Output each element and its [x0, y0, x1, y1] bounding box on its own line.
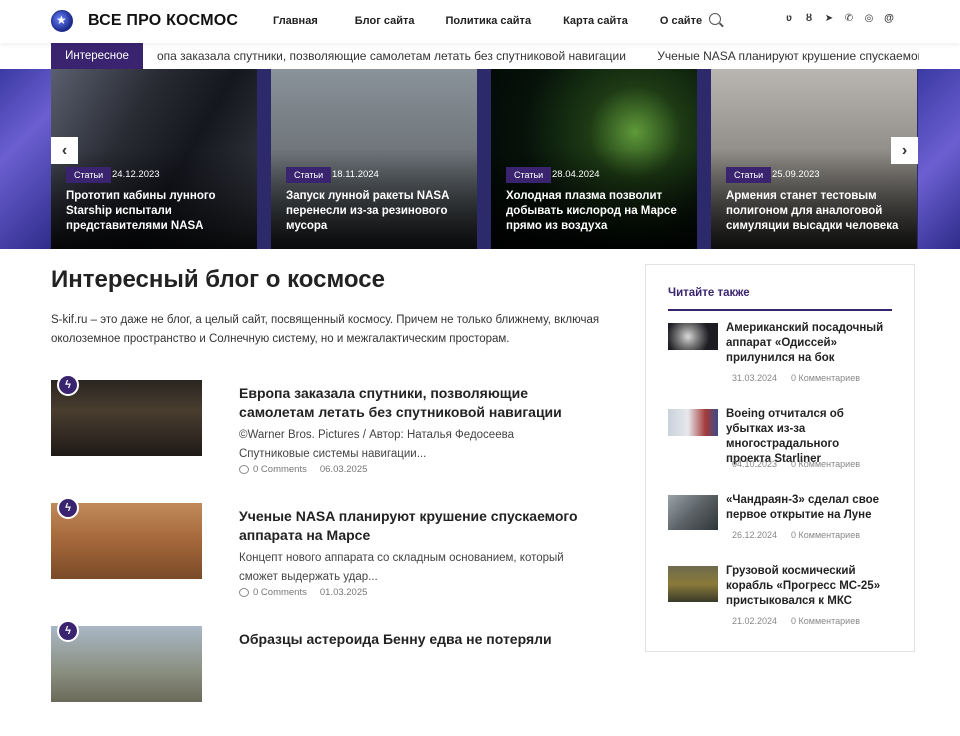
nav-item-blog[interactable]: Блог сайта	[355, 15, 415, 27]
post-card: ϟ Европа заказала спутники, позволяющие …	[51, 374, 611, 490]
sidebar-item-date: 26.12.2024	[732, 530, 778, 540]
slide-card[interactable]: Статьи 28.04.2024 Холодная плазма позвол…	[491, 69, 697, 249]
sidebar-item-meta: 26.12.2024 0 Комментариев	[732, 530, 860, 540]
sidebar-divider	[668, 309, 892, 311]
lightning-icon: ϟ	[57, 497, 79, 519]
slider-prev-button[interactable]: ‹	[51, 137, 78, 164]
slide-card[interactable]: Статьи 25.09.2023 Армения станет тестовы…	[711, 69, 917, 249]
slide-title[interactable]: Прототип кабины лунного Starship испытал…	[66, 189, 251, 234]
slide-date: 24.12.2023	[112, 169, 160, 180]
post-title[interactable]: Образцы астероида Бенну едва не потеряли	[239, 630, 579, 649]
lightning-icon: ϟ	[57, 620, 79, 642]
slide-date: 25.09.2023	[772, 169, 820, 180]
post-title[interactable]: Ученые NASA планируют крушение спускаемо…	[239, 507, 579, 545]
nav-item-home[interactable]: Главная	[273, 15, 318, 27]
sidebar-item-date: 04.10.2023	[732, 459, 778, 469]
vk-icon[interactable]: ʋ	[784, 14, 794, 24]
post-excerpt: ©Warner Bros. Pictures / Автор: Наталья …	[239, 429, 514, 460]
sidebar-read-also: Читайте также Американский посадочный ап…	[645, 264, 915, 652]
page-description: S-kif.ru – это даже не блог, а целый сай…	[51, 314, 600, 345]
news-ticker: Интересное опа заказала спутники, позвол…	[0, 43, 960, 69]
post-card: ϟ Ученые NASA планируют крушение спускае…	[51, 497, 611, 613]
post-meta: 0 Comments 01.03.2025	[239, 587, 367, 598]
sidebar-item-date: 31.03.2024	[732, 373, 778, 383]
sidebar-item-meta: 04.10.2023 0 Комментариев	[732, 459, 860, 469]
search-icon[interactable]	[709, 13, 721, 25]
ticker-item[interactable]: опа заказала спутники, позволяющие самол…	[157, 49, 626, 63]
phone-icon[interactable]: ✆	[844, 14, 854, 24]
sidebar-item-meta: 21.02.2024 0 Комментариев	[732, 616, 860, 626]
post-excerpt: Концепт нового аппарата со складным осно…	[239, 552, 564, 583]
post-meta: 0 Comments 06.03.2025	[239, 464, 367, 475]
sidebar-item-title[interactable]: Грузовой космический корабль «Прогресс М…	[726, 564, 886, 609]
ticker-track: опа заказала спутники, позволяющие самол…	[157, 43, 919, 69]
logo-text[interactable]: ВСЕ ПРО КОСМОС	[88, 12, 238, 30]
ticker-label: Интересное	[51, 43, 143, 69]
nav-item-about[interactable]: О сайте	[660, 15, 702, 27]
slide-date: 28.04.2024	[552, 169, 600, 180]
post-card: ϟ Образцы астероида Бенну едва не потеря…	[51, 620, 611, 736]
slider-next-button[interactable]: ›	[891, 137, 918, 164]
whatsapp-icon[interactable]: ◎	[864, 14, 874, 24]
slide-date: 18.11.2024	[332, 169, 379, 180]
nav-item-sitemap[interactable]: Карта сайта	[563, 15, 628, 27]
slide-title[interactable]: Холодная плазма позволит добывать кислор…	[506, 189, 691, 234]
moimir-icon[interactable]: @	[884, 14, 894, 24]
sidebar-item-comments[interactable]: 0 Комментариев	[791, 373, 860, 383]
sidebar-item-image[interactable]	[668, 323, 718, 350]
post-comments[interactable]: 0 Comments	[253, 464, 307, 475]
post-comments[interactable]: 0 Comments	[253, 587, 307, 598]
comment-icon	[239, 465, 249, 474]
sidebar-item-title[interactable]: Boeing отчитался об убытках из-за многос…	[726, 407, 886, 467]
slide-category[interactable]: Статьи	[726, 167, 772, 183]
featured-slider: Статьи 24.12.2023 Прототип кабины лунног…	[0, 69, 960, 249]
sidebar-item-date: 21.02.2024	[732, 616, 778, 626]
sidebar-item-meta: 31.03.2024 0 Комментариев	[732, 373, 860, 383]
main-nav: Главная Блог сайта Политика сайта Карта …	[273, 15, 734, 27]
comment-icon	[239, 588, 249, 597]
page-title: Интересный блог о космосе	[51, 266, 385, 293]
post-date: 01.03.2025	[319, 587, 368, 598]
sidebar-item-comments[interactable]: 0 Комментариев	[791, 530, 860, 540]
slide-card[interactable]: Статьи 24.12.2023 Прототип кабины лунног…	[51, 69, 257, 249]
post-date: 06.03.2025	[319, 464, 368, 475]
post-title[interactable]: Европа заказала спутники, позволяющие са…	[239, 384, 579, 422]
sidebar-item-image[interactable]	[668, 495, 718, 530]
sidebar-item-comments[interactable]: 0 Комментариев	[791, 616, 860, 626]
slide-category[interactable]: Статьи	[286, 167, 332, 183]
slide-title[interactable]: Армения станет тестовым полигоном для ан…	[726, 189, 911, 234]
sidebar-item-title[interactable]: Американский посадочный аппарат «Одиссей…	[726, 321, 886, 366]
ticker-item[interactable]: Ученые NASA планируют крушение спускаемо…	[657, 49, 919, 63]
slide-card[interactable]: Статьи 18.11.2024 Запуск лунной ракеты N…	[271, 69, 477, 249]
odnoklassniki-icon[interactable]: ȣ	[804, 14, 814, 24]
sidebar-item-image[interactable]	[668, 409, 718, 436]
sidebar-title: Читайте также	[668, 287, 750, 299]
sidebar-item-comments[interactable]: 0 Комментариев	[791, 459, 860, 469]
sidebar-item-image[interactable]	[668, 566, 718, 602]
slide-title[interactable]: Запуск лунной ракеты NASA перенесли из-з…	[286, 189, 471, 234]
sidebar-item-title[interactable]: «Чандраян-3» сделал свое первое открытие…	[726, 493, 886, 523]
slide-category[interactable]: Статьи	[506, 167, 552, 183]
slide-category[interactable]: Статьи	[66, 167, 112, 183]
slider-edge-right	[918, 69, 960, 249]
slider-edge-left	[0, 69, 51, 249]
social-links: ʋ ȣ ➤ ✆ ◎ @	[784, 14, 904, 24]
site-header: ВСЕ ПРО КОСМОС Главная Блог сайта Полити…	[0, 0, 960, 43]
logo-icon[interactable]	[51, 10, 73, 32]
lightning-icon: ϟ	[57, 374, 79, 396]
nav-item-policy[interactable]: Политика сайта	[446, 15, 532, 27]
telegram-icon[interactable]: ➤	[824, 14, 834, 24]
